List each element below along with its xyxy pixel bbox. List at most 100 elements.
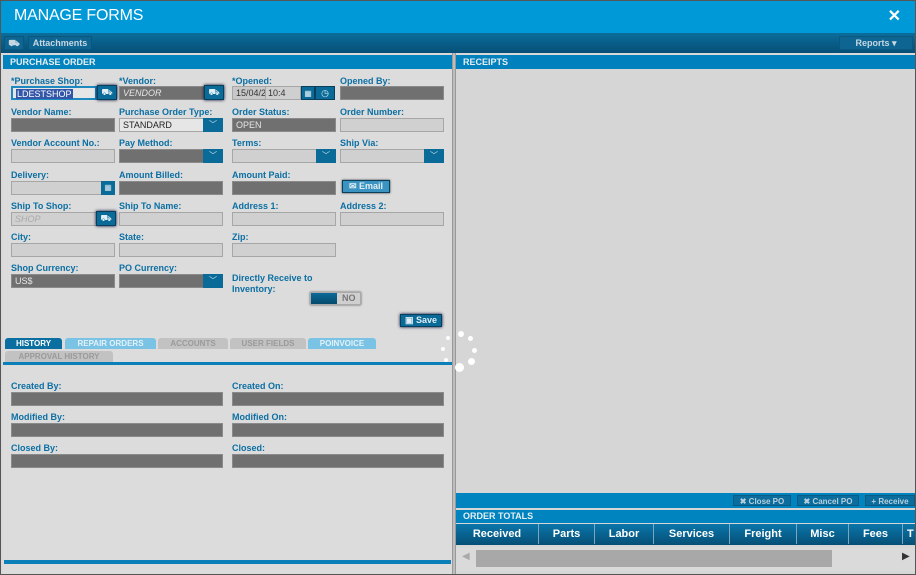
ship-to-shop-label: Ship To Shop: <box>11 201 72 211</box>
state-label: State: <box>119 232 145 242</box>
purchase-order-pane: PURCHASE ORDER *Purchase Shop: LDESTSHOP… <box>3 55 452 574</box>
ship-to-shop-input[interactable]: SHOP <box>11 212 97 226</box>
ship-to-shop-lookup-button[interactable]: ⛟ <box>96 211 116 226</box>
tab-repair-orders[interactable]: REPAIR ORDERS <box>65 338 156 349</box>
amount-paid-label: Amount Paid: <box>232 170 291 180</box>
receipts-action-bar: ✖ Close PO ✖ Cancel PO + Receive <box>456 493 915 508</box>
purchase-shop-lookup-button[interactable]: ⛟ <box>97 85 117 100</box>
receipts-pane: RECEIPTS ✖ Close PO ✖ Cancel PO + Receiv… <box>456 55 915 574</box>
tab-history[interactable]: HISTORY <box>5 338 62 349</box>
closed-by-input <box>11 454 223 468</box>
clock-icon[interactable]: ◷ <box>315 86 335 100</box>
address1-input[interactable] <box>232 212 336 226</box>
manage-forms-window: MANAGE FORMS ✕ ⛟ Attachments Reports ▾ P… <box>0 0 916 575</box>
vendor-account-input[interactable] <box>11 149 115 163</box>
opened-time-input[interactable]: 10:4 <box>265 86 301 100</box>
direct-receive-toggle[interactable]: NO <box>310 292 361 305</box>
ship-to-name-input[interactable] <box>119 212 223 226</box>
scroll-right-icon[interactable]: ▶ <box>902 551 910 562</box>
purchase-shop-value: LDESTSHOP <box>16 89 73 99</box>
col-labor: Labor <box>595 524 654 544</box>
closed-by-label: Closed By: <box>11 443 59 453</box>
truck-icon: ⛟ <box>101 87 113 97</box>
col-fees: Fees <box>849 524 903 544</box>
direct-receive-label-line1: Directly Receive to <box>232 273 313 283</box>
created-on-input <box>232 392 444 406</box>
created-by-label: Created By: <box>11 381 62 391</box>
receive-button[interactable]: + Receive <box>865 495 915 506</box>
close-icon[interactable]: ✕ <box>888 6 901 26</box>
state-input[interactable] <box>119 243 223 257</box>
po-currency-label: PO Currency: <box>119 263 178 273</box>
terms-label: Terms: <box>232 138 262 148</box>
col-parts: Parts <box>539 524 595 544</box>
receipts-header: RECEIPTS <box>456 55 915 69</box>
save-button-label: Save <box>416 315 438 325</box>
truck-icon: ⛟ <box>208 87 220 97</box>
closed-label: Closed: <box>232 443 266 453</box>
terms-select[interactable]: ﹀ <box>232 149 336 163</box>
col-received: Received <box>456 524 539 544</box>
chevron-down-icon: ﹀ <box>424 149 444 163</box>
created-on-label: Created On: <box>232 381 284 391</box>
vendor-input[interactable]: VENDOR <box>119 86 205 100</box>
email-button-label: Email <box>359 181 384 191</box>
vendor-lookup-button[interactable]: ⛟ <box>204 85 224 100</box>
address2-input[interactable] <box>340 212 444 226</box>
ship-via-select[interactable]: ﹀ <box>340 149 444 163</box>
floppy-icon: ▣ <box>404 315 414 325</box>
po-type-value: STANDARD <box>123 120 172 130</box>
amount-billed-label: Amount Billed: <box>119 170 183 180</box>
toggle-knob <box>311 293 337 304</box>
pay-method-label: Pay Method: <box>119 138 173 148</box>
po-currency-select[interactable]: ﹀ <box>119 274 223 288</box>
shop-lookup-button[interactable]: ⛟ <box>4 36 24 50</box>
purchase-shop-label: *Purchase Shop: <box>11 76 84 86</box>
zip-input[interactable] <box>232 243 336 257</box>
modified-on-input <box>232 423 444 437</box>
attachments-button[interactable]: Attachments <box>28 36 92 50</box>
created-by-input <box>11 392 223 406</box>
envelope-icon: ✉ <box>348 181 357 191</box>
tab-accounts: ACCOUNTS <box>158 338 228 349</box>
chevron-down-icon: ﹀ <box>203 274 223 288</box>
opened-by-input <box>340 86 444 100</box>
tab-poinvoice[interactable]: POINVOICE <box>308 338 376 349</box>
chevron-down-icon: ﹀ <box>203 149 223 163</box>
vendor-account-label: Vendor Account No.: <box>11 138 100 148</box>
horizontal-scrollbar[interactable]: ◀ ▶ <box>456 547 915 571</box>
scroll-left-icon[interactable]: ◀ <box>462 551 470 562</box>
purchase-shop-input[interactable]: LDESTSHOP <box>11 86 97 100</box>
direct-receive-label: Directly Receive to Inventory: <box>232 273 313 295</box>
tab-underline <box>3 362 452 365</box>
purchase-order-header: PURCHASE ORDER <box>3 55 452 69</box>
shop-currency-label: Shop Currency: <box>11 263 79 273</box>
city-input[interactable] <box>11 243 115 257</box>
amount-billed-input <box>119 181 223 195</box>
scrollbar-thumb[interactable] <box>476 550 832 567</box>
col-misc: Misc <box>797 524 849 544</box>
title-bar: MANAGE FORMS ✕ <box>1 1 915 33</box>
tab-approval-history: APPROVAL HISTORY <box>5 351 113 362</box>
modified-by-input <box>11 423 223 437</box>
delivery-input[interactable]: ▦ <box>11 181 115 195</box>
cancel-po-button[interactable]: ✖ Cancel PO <box>797 495 859 506</box>
po-type-select[interactable]: STANDARD ﹀ <box>119 118 223 132</box>
calendar-icon[interactable]: ▦ <box>301 86 315 100</box>
email-button[interactable]: ✉ Email <box>342 180 390 193</box>
calendar-icon[interactable]: ▦ <box>101 181 115 195</box>
window-title: MANAGE FORMS <box>14 7 144 24</box>
pay-method-select[interactable]: ﹀ <box>119 149 223 163</box>
truck-icon: ⛟ <box>100 213 112 223</box>
closed-input <box>232 454 444 468</box>
zip-label: Zip: <box>232 232 249 242</box>
reports-dropdown[interactable]: Reports ▾ <box>839 36 913 50</box>
bottom-bar <box>4 560 451 564</box>
close-po-button[interactable]: ✖ Close PO <box>733 495 791 506</box>
address2-label: Address 2: <box>340 201 387 211</box>
toolbar: ⛟ Attachments Reports ▾ <box>1 33 915 53</box>
order-number-input[interactable] <box>340 118 444 132</box>
opened-by-label: Opened By: <box>340 76 391 86</box>
save-button[interactable]: ▣ Save <box>400 314 442 327</box>
shop-currency-input: US$ <box>11 274 115 288</box>
